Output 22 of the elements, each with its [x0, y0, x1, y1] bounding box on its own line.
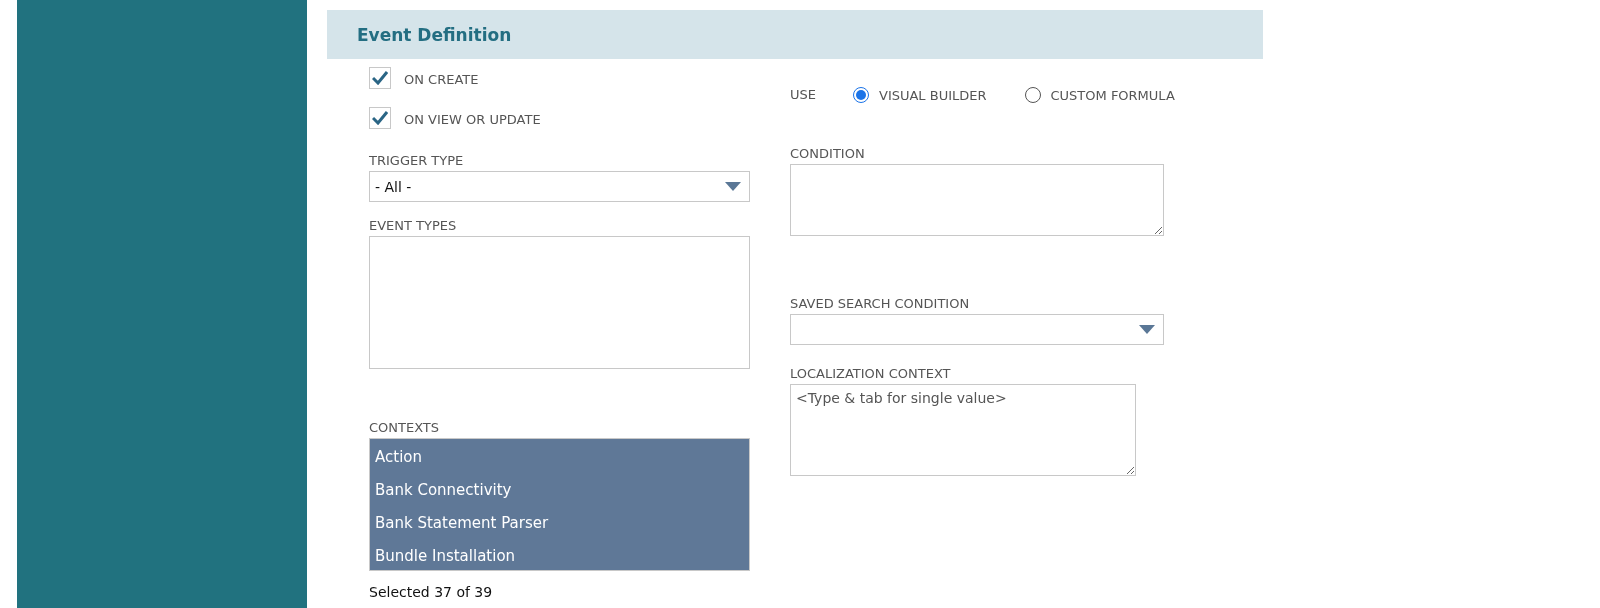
field-label: CONTEXTS — [369, 420, 441, 436]
checkbox-label: ON CREATE — [404, 72, 479, 88]
localization-field[interactable]: <Type & tab for single value> — [790, 384, 1136, 476]
checkbox[interactable] — [369, 107, 391, 129]
radio-option[interactable]: CUSTOM FORMULA — [1024, 87, 1175, 103]
field-label: SAVED SEARCH CONDITION — [790, 296, 971, 312]
field-label: EVENT TYPES — [369, 218, 458, 234]
checkbox[interactable] — [369, 67, 391, 89]
section-title: Event Definition — [357, 24, 512, 45]
selection-count: Selected 37 of 39 — [369, 583, 494, 601]
field-label: LOCALIZATION CONTEXT — [790, 366, 952, 382]
condition-field[interactable] — [790, 164, 1164, 236]
caret-icon — [725, 182, 741, 191]
use-label: USE — [790, 87, 816, 103]
trigger-type-select[interactable]: - All - — [369, 171, 750, 202]
radio-button[interactable] — [853, 87, 869, 103]
radio-option[interactable]: VISUAL BUILDER — [853, 87, 987, 103]
field-label: CONDITION — [790, 146, 866, 162]
radio-button[interactable] — [1024, 87, 1041, 103]
caret-icon — [1139, 325, 1155, 334]
field-label: TRIGGER TYPE — [369, 153, 465, 169]
checkbox-label: ON VIEW OR UPDATE — [404, 112, 541, 128]
